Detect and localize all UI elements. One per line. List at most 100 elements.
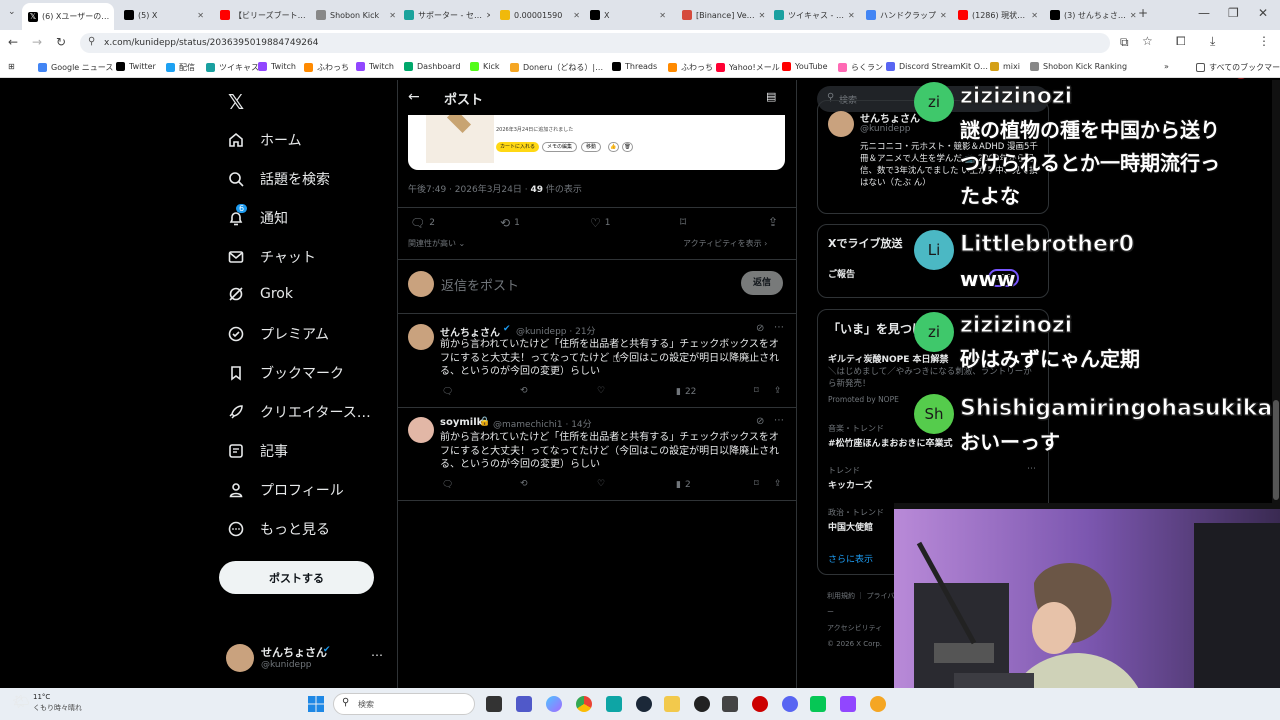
close-icon[interactable]: ✕: [848, 11, 860, 20]
reply-tweet[interactable]: soymilk 🔒 @mamechichi1 · 14分 ⊘ ⋯ 前から言われて…: [398, 408, 796, 500]
browser-tab[interactable]: X ✕: [584, 4, 672, 26]
browser-tab[interactable]: ツイキャス - … ✕: [768, 4, 860, 26]
close-icon[interactable]: ✕: [486, 11, 490, 20]
grok-icon[interactable]: ⊘: [756, 323, 764, 334]
bookmark-item[interactable]: Google ニュース: [38, 62, 113, 73]
close-icon[interactable]: ✕: [113, 12, 114, 21]
bookmark-item[interactable]: Yahoo!メール: [716, 62, 780, 73]
bookmark-item[interactable]: mixi: [990, 62, 1020, 71]
bookmark-item[interactable]: Twitch: [356, 62, 394, 71]
taskbar-search[interactable]: ⚲ 検索: [333, 693, 475, 715]
address-bar[interactable]: ⚲ x.com/kunidepp/status/2036395019884749…: [80, 33, 1110, 53]
repost-icon[interactable]: ⟲: [520, 386, 528, 396]
show-more-link[interactable]: さらに表示: [828, 552, 873, 565]
author-name[interactable]: soymilk: [440, 417, 483, 428]
scrollbar-thumb[interactable]: [1273, 400, 1279, 500]
record-icon[interactable]: [752, 696, 768, 712]
close-icon[interactable]: ✕: [759, 11, 768, 20]
task-view-icon[interactable]: [486, 696, 502, 712]
discord-icon[interactable]: [782, 696, 798, 712]
close-icon[interactable]: ✕: [1031, 11, 1044, 20]
nav-bookmarks[interactable]: ブックマーク: [228, 363, 344, 383]
browser-tab[interactable]: 𝕏 (6) Xユーザーの…✕: [22, 3, 114, 30]
bookmark-item[interactable]: ツイキャス: [206, 62, 259, 73]
browser-tab[interactable]: (5) X ✕: [118, 4, 210, 26]
bookmark-icon[interactable]: ⌑: [754, 479, 759, 489]
app-icon[interactable]: [722, 696, 738, 712]
bookmark-item[interactable]: Twitter: [116, 62, 156, 71]
browser-tab[interactable]: (3) せんちょさ… ✕: [1044, 4, 1136, 26]
reply-input[interactable]: 返信をポスト: [441, 275, 519, 294]
avatar[interactable]: [408, 417, 434, 443]
nav-articles[interactable]: 記事: [228, 441, 288, 461]
bookmark-item[interactable]: YouTube: [782, 62, 828, 71]
reply-icon[interactable]: 🗨: [442, 480, 453, 490]
windows-start-icon[interactable]: [308, 696, 324, 712]
bookmark-item[interactable]: Discord StreamKit O…: [886, 62, 988, 71]
close-icon[interactable]: ✕: [940, 11, 952, 20]
bookmark-item[interactable]: Dashboard: [404, 62, 460, 71]
nav-profile[interactable]: プロフィール: [228, 480, 344, 500]
trend-item[interactable]: キッカーズ: [828, 478, 873, 491]
nav-explore[interactable]: 話題を検索: [228, 169, 330, 189]
line-icon[interactable]: [810, 696, 826, 712]
minimize-icon[interactable]: —: [1198, 6, 1210, 20]
window-close-icon[interactable]: ✕: [1258, 6, 1268, 20]
back-arrow-icon[interactable]: ←: [408, 89, 420, 105]
share-icon[interactable]: ⇪: [774, 386, 782, 396]
extensions-icon[interactable]: ⧠: [1176, 34, 1186, 49]
all-bookmarks[interactable]: すべてのブックマーク: [1196, 62, 1280, 73]
browser-tab[interactable]: 【ビリーズブート…✕: [214, 4, 306, 26]
download-icon[interactable]: ⤓: [1210, 34, 1215, 49]
maximize-icon[interactable]: ❐: [1228, 6, 1239, 20]
post-button[interactable]: ポストする: [219, 561, 374, 594]
bookmark-item[interactable]: Doneru（どねる）|…: [510, 62, 603, 73]
trend-item[interactable]: 中国大使館: [828, 520, 873, 533]
nav-notifications[interactable]: 6 通知: [228, 204, 288, 228]
more-icon[interactable]: ⋯: [1027, 464, 1036, 474]
repost-icon[interactable]: ⟲: [520, 479, 528, 489]
bookmark-item[interactable]: ふわっち: [304, 62, 349, 73]
bookmark-overflow-icon[interactable]: »: [1164, 62, 1169, 71]
nav-creator-studio[interactable]: クリエイタース…: [228, 402, 371, 422]
author-name[interactable]: せんちょさん: [440, 324, 500, 339]
views-action[interactable]: ▮ 2: [676, 480, 691, 490]
forward-arrow-icon[interactable]: →: [32, 35, 42, 49]
browser-tab[interactable]: Shobon Kick ✕: [310, 4, 402, 26]
account-switcher[interactable]: せんちょさん ✔ @kunidepp ⋯: [220, 638, 390, 678]
teams-icon[interactable]: [516, 696, 532, 712]
reply-tweet[interactable]: せんちょさん ✔ @kunidepp · 21分 ⊘ ⋯ 前から言われていたけど…: [398, 314, 796, 407]
steam-icon[interactable]: [636, 696, 652, 712]
close-icon[interactable]: ✕: [197, 11, 210, 20]
reply-button[interactable]: 返信: [741, 271, 783, 295]
trend-item[interactable]: #松竹座ほんまおおきに卒業式: [828, 436, 953, 449]
weather-temp[interactable]: 11°C: [33, 693, 50, 701]
promo-title[interactable]: ギルティ炭酸NOPE 本日解禁: [828, 352, 949, 365]
post-time[interactable]: 午後7:49 · 2026年3月24日 ·: [408, 185, 530, 195]
copilot-icon[interactable]: [546, 696, 562, 712]
browser-tab[interactable]: (1286) 現状… ✕: [952, 4, 1044, 26]
back-arrow-icon[interactable]: ←: [8, 35, 18, 49]
avatar[interactable]: [408, 324, 434, 350]
twitch-icon[interactable]: [840, 696, 856, 712]
tab-search-icon[interactable]: ⌄: [8, 7, 16, 17]
browser-tab[interactable]: ハンドクラップ ✕: [860, 4, 952, 26]
reply-icon[interactable]: 🗨: [442, 387, 453, 397]
bookmark-item[interactable]: Threads: [612, 62, 657, 71]
menu-kebab-icon[interactable]: ⋮: [1258, 34, 1270, 48]
file-explorer-icon[interactable]: [664, 696, 680, 712]
nav-chat[interactable]: チャット: [228, 247, 316, 267]
chrome-icon[interactable]: [576, 696, 592, 712]
bookmark-icon[interactable]: ⌑: [754, 386, 759, 396]
grok-icon[interactable]: ⊘: [756, 416, 764, 427]
browser-tab[interactable]: 0.00001590 ✕: [494, 4, 586, 26]
nav-grok[interactable]: Grok: [228, 286, 293, 302]
edge-icon[interactable]: [606, 696, 622, 712]
more-icon[interactable]: ⋯: [371, 648, 383, 662]
bookmark-item[interactable]: Twitch: [258, 62, 296, 71]
bookmark-item[interactable]: らくラン: [838, 62, 883, 73]
x-logo-icon[interactable]: 𝕏: [228, 90, 244, 114]
post-image[interactable]: 2026年3月24日に追加されました カートに入れる メモの編集 移動 👍 🗑: [408, 115, 785, 170]
close-icon[interactable]: ✕: [659, 11, 672, 20]
sort-relevance[interactable]: 関連性が高い ⌄: [408, 238, 465, 249]
